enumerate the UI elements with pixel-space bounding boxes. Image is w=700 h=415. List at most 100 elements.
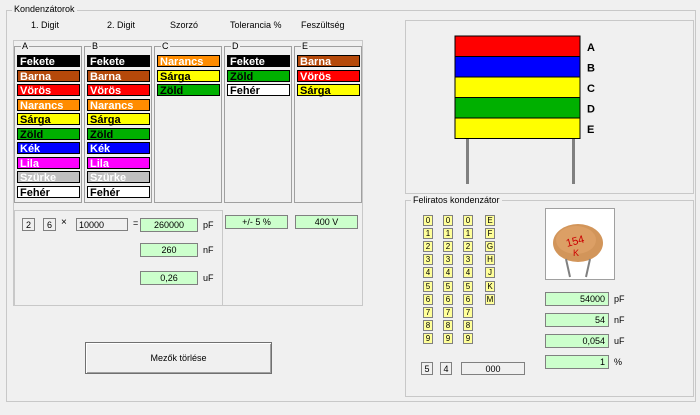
list-item[interactable]: Fekete: [227, 55, 290, 68]
list-item[interactable]: Vörös: [17, 84, 80, 97]
labeled-col2-button[interactable]: 5: [443, 280, 453, 292]
labeled-percent-value: 1: [545, 355, 609, 369]
list-item[interactable]: Zöld: [17, 127, 80, 141]
list-item[interactable]: Sárga: [87, 113, 150, 126]
labeled-col4-button[interactable]: E: [485, 215, 495, 226]
labeled-col3-button[interactable]: 7: [463, 306, 473, 318]
list-item[interactable]: Narancs: [17, 98, 80, 112]
list-a[interactable]: A Fekete Barna Vörös Narancs Sárga Zöld Kék Lila…: [14, 41, 82, 203]
list-item[interactable]: Zöld: [87, 127, 150, 141]
capacitor-band: [454, 117, 581, 139]
labeled-col3-button[interactable]: 1: [463, 228, 473, 240]
list-item[interactable]: Kék: [17, 142, 80, 155]
list-b[interactable]: B Fekete Barna Vörös Narancs Sárga Zöld Kék Lila…: [84, 41, 152, 203]
list-item[interactable]: Fehér: [17, 185, 80, 199]
labeled-uf-unit: uF: [614, 336, 625, 346]
uf-value: 0,26: [140, 271, 198, 285]
list-item[interactable]: Vörös: [87, 84, 150, 97]
capacitor-band-letter: C: [587, 83, 595, 95]
list-item[interactable]: Zöld: [227, 69, 290, 83]
capacitor-lead-left: [466, 136, 469, 184]
list-c-label: C: [161, 41, 170, 51]
list-item[interactable]: Szürke: [87, 171, 150, 184]
selected-digit1: 5: [421, 362, 433, 375]
list-item[interactable]: Szürke: [17, 171, 80, 184]
labeled-col4-button[interactable]: H: [485, 254, 495, 266]
list-e[interactable]: E Barna Vörös Sárga: [294, 41, 362, 203]
labeled-nf-unit: nF: [614, 315, 625, 325]
nf-value: 260: [140, 243, 198, 257]
labeled-col4-button[interactable]: J: [485, 267, 495, 279]
capacitor-band: [454, 56, 581, 78]
labeled-col4-button[interactable]: K: [485, 280, 495, 292]
labeled-col2-button[interactable]: 7: [443, 306, 453, 318]
times-sign: ×: [61, 217, 67, 228]
labeled-col3-button[interactable]: 3: [463, 254, 473, 266]
labeled-col2-button[interactable]: 3: [443, 254, 453, 266]
list-a-label: A: [21, 41, 30, 51]
labeled-col4-button[interactable]: M: [485, 293, 495, 305]
labeled-col1-button[interactable]: 2: [423, 241, 433, 253]
labeled-col2-button[interactable]: 4: [443, 267, 453, 279]
labeled-col3-button[interactable]: 4: [463, 267, 473, 279]
labeled-col1-button[interactable]: 9: [423, 332, 433, 344]
labeled-col2-button[interactable]: 9: [443, 332, 453, 344]
list-item[interactable]: Sárga: [157, 69, 220, 83]
labeled-col3-button[interactable]: 8: [463, 319, 473, 331]
labeled-col3-button[interactable]: 9: [463, 332, 473, 344]
capacitor-band-letter: D: [587, 104, 595, 116]
header-digit1: 1. Digit: [31, 20, 60, 30]
list-c[interactable]: C Narancs Sárga Zöld: [154, 41, 222, 203]
labeled-col2-button[interactable]: 0: [443, 215, 453, 226]
labeled-col3-button[interactable]: 0: [463, 215, 473, 226]
list-item[interactable]: Sárga: [297, 84, 360, 97]
list-item[interactable]: Zöld: [157, 84, 220, 97]
list-item[interactable]: Fehér: [227, 84, 290, 97]
list-d-label: D: [231, 41, 240, 51]
list-item[interactable]: Fehér: [87, 185, 150, 199]
nf-unit: nF: [203, 245, 214, 255]
labeled-col1-button[interactable]: 7: [423, 306, 433, 318]
labeled-col1-button[interactable]: 4: [423, 267, 433, 279]
labeled-col1-button[interactable]: 1: [423, 228, 433, 240]
labeled-col3-button[interactable]: 2: [463, 241, 473, 253]
list-item[interactable]: Barna: [297, 55, 360, 68]
labeled-col2-button[interactable]: 2: [443, 241, 453, 253]
list-item[interactable]: Fekete: [87, 55, 150, 68]
labeled-col1-button[interactable]: 3: [423, 254, 433, 266]
labeled-col4-button[interactable]: G: [485, 241, 495, 253]
header-voltage: Feszültség: [301, 20, 345, 30]
labeled-col1-button[interactable]: 5: [423, 280, 433, 292]
labeled-col4-button[interactable]: F: [485, 228, 495, 240]
labeled-col2-button[interactable]: 1: [443, 228, 453, 240]
list-d[interactable]: D Fekete Zöld Fehér: [224, 41, 292, 203]
voltage-value: 400 V: [295, 215, 358, 229]
pf-unit: pF: [203, 220, 214, 230]
list-item[interactable]: Narancs: [87, 98, 150, 112]
labeled-col3-button[interactable]: 6: [463, 293, 473, 305]
list-item[interactable]: Lila: [87, 156, 150, 170]
capacitor-lead-right: [572, 136, 575, 184]
list-item[interactable]: Barna: [87, 69, 150, 83]
list-item[interactable]: Narancs: [157, 55, 220, 68]
list-item[interactable]: Fekete: [17, 55, 80, 68]
labeled-col1-button[interactable]: 0: [423, 215, 433, 226]
clear-fields-button[interactable]: Mezők törlése: [85, 342, 272, 374]
capacitor-diagram: ABCDE: [454, 35, 595, 184]
labeled-col3-button[interactable]: 5: [463, 280, 473, 292]
capacitor-band-letter: E: [587, 124, 594, 136]
header-multiplier: Szorzó: [170, 20, 199, 30]
list-item[interactable]: Barna: [17, 69, 80, 83]
ceramic-capacitor-picture: 154 K: [545, 208, 615, 280]
capacitor-band: [454, 76, 581, 98]
capacitor-band: [454, 97, 581, 119]
list-item[interactable]: Vörös: [297, 69, 360, 83]
list-item[interactable]: Lila: [17, 156, 80, 170]
labeled-col2-button[interactable]: 8: [443, 319, 453, 331]
labeled-col1-button[interactable]: 8: [423, 319, 433, 331]
labeled-col1-button[interactable]: 6: [423, 293, 433, 305]
labeled-col2-button[interactable]: 6: [443, 293, 453, 305]
labeled-capacitor-title: Feliratos kondenzátor: [411, 195, 502, 205]
list-item[interactable]: Kék: [87, 142, 150, 155]
list-item[interactable]: Sárga: [17, 113, 80, 126]
